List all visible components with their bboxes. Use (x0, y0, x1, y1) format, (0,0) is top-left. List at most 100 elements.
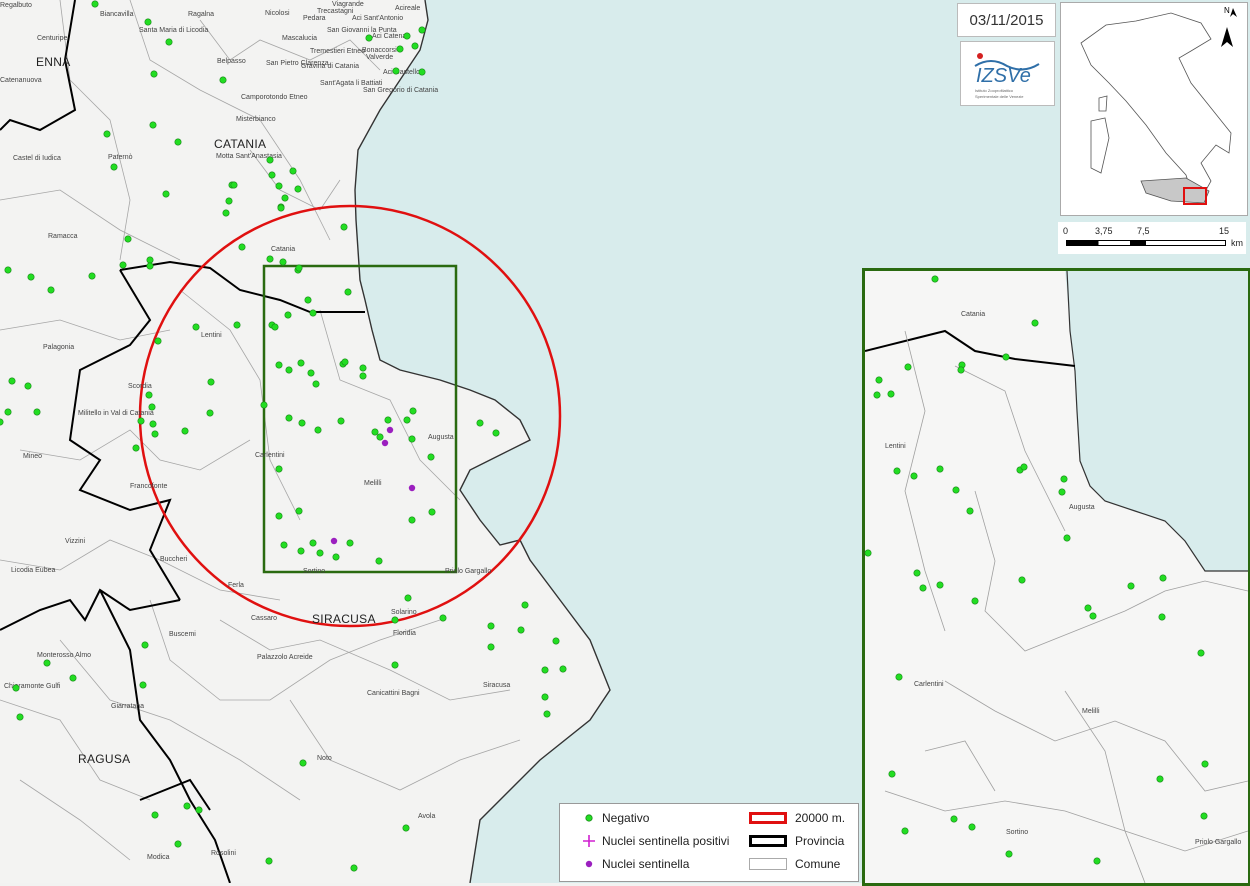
negativo-point (391, 661, 399, 669)
inset-canvas: Catania Lentini Augusta Carlentini Melil… (865, 271, 1248, 883)
inset-negativo-point (1158, 613, 1166, 621)
comune-label: Sortino (303, 568, 325, 575)
inset-negativo-point (865, 549, 872, 557)
negativo-point (297, 547, 305, 555)
italy-outline (1080, 8, 1237, 205)
negativo-point (402, 824, 410, 832)
province-label: CATANIA (214, 137, 266, 151)
negativo-point (280, 541, 288, 549)
comune-label: Siracusa (483, 682, 510, 689)
negativo-point (192, 323, 200, 331)
negativo-point (154, 337, 162, 345)
province-label: SIRACUSA (312, 612, 376, 626)
negativo-point (233, 321, 241, 329)
inset-negativo-point (1084, 604, 1092, 612)
negativo-point (350, 864, 358, 872)
inset-negativo-point (1156, 775, 1164, 783)
negativo-point (266, 156, 274, 164)
negativo-point (265, 857, 273, 865)
negativo-point (391, 616, 399, 624)
inset-negativo-point (1159, 574, 1167, 582)
comune-label: Chiaramonte Gulfi (4, 683, 61, 690)
negativo-point (195, 806, 203, 814)
inset-negativo-point (873, 391, 881, 399)
negativo-point (8, 377, 16, 385)
inset-negativo-point (968, 823, 976, 831)
negativo-point (408, 516, 416, 524)
negativo-point (275, 182, 283, 190)
negativo-point (16, 713, 24, 721)
negativo-point (284, 311, 292, 319)
negativo-point (359, 372, 367, 380)
negativo-point (230, 181, 238, 189)
negativo-point (346, 539, 354, 547)
comune-label: Biancavilla (100, 11, 134, 18)
negativo-point (144, 18, 152, 26)
inset-negativo-point (1093, 857, 1101, 865)
inset-negativo-point (971, 597, 979, 605)
comune-label: Acireale (395, 5, 420, 12)
north-arrow-label: N (1224, 6, 1230, 15)
comune-label: Viagrande (332, 1, 364, 8)
negativo-point (411, 42, 419, 50)
comune-label: Catania (271, 246, 295, 253)
negativo-point (69, 674, 77, 682)
negativo-point (403, 32, 411, 40)
negativo-point (139, 681, 147, 689)
negativo-point (487, 643, 495, 651)
negativo-point (541, 666, 549, 674)
inset-negativo-point (910, 472, 918, 480)
svg-text:IZSVe: IZSVe (976, 65, 1031, 87)
negativo-point (103, 130, 111, 138)
inset-negativo-point (950, 815, 958, 823)
inset-negativo-point (1127, 582, 1135, 590)
negativo-point (4, 266, 12, 274)
negativo-point (146, 256, 154, 264)
negativo-point (146, 262, 154, 270)
legend-row-positivi: Nuclei sentinella positivi (582, 832, 729, 850)
comune-label: Ragalna (188, 11, 214, 18)
comune-label: Ramacca (48, 233, 78, 240)
negativo-point (119, 261, 127, 269)
comune-label: Licodia Eubea (11, 567, 55, 574)
comune-label: Regalbuto (0, 2, 32, 9)
comune-label: Militello in Val di Catania (78, 410, 154, 417)
inset-negativo-point (901, 827, 909, 835)
scale-bar: 0 3,75 7,5 15 km (1058, 222, 1246, 254)
negativo-point (309, 309, 317, 317)
comune-label: Mascalucia (282, 35, 317, 42)
negativo-point (285, 366, 293, 374)
inset-negativo-point (919, 584, 927, 592)
inset-negativo-point (887, 390, 895, 398)
inset-province-boundary (865, 329, 1076, 367)
inset-negativo-point (1089, 612, 1097, 620)
inset-negativo-point (1063, 534, 1071, 542)
inset-negativo-point (957, 366, 965, 374)
comune-label: Canicattini Bagni (367, 690, 420, 697)
negativo-point (289, 167, 297, 175)
inset-negativo-point (913, 569, 921, 577)
inset-negativo-point (895, 673, 903, 681)
negativo-point (314, 426, 322, 434)
negativo-point (238, 243, 246, 251)
legend-label-negativo: Negativo (602, 811, 650, 825)
comune-label: Gravina di Catania (301, 63, 359, 70)
negativo-point (384, 416, 392, 424)
negativo-point (174, 840, 182, 848)
scale-tick: 0 (1063, 226, 1069, 236)
negativo-point (149, 420, 157, 428)
comune-label: Vizzini (65, 538, 86, 545)
comune-label: Aci Castello (383, 69, 420, 76)
inset-negativo-point (1060, 475, 1068, 483)
comune-label: Scordia (128, 383, 152, 390)
legend-row-sentinella: Nuclei sentinella (584, 855, 689, 873)
svg-text:Sperimentale delle Venezie: Sperimentale delle Venezie (975, 94, 1024, 99)
comune-label: Solarino (391, 609, 417, 616)
comune-label: Pedara (303, 15, 326, 22)
negativo-point (295, 264, 303, 272)
inset-label: Lentini (885, 443, 906, 450)
comune-label: Avola (418, 813, 435, 820)
negativo-point (225, 197, 233, 205)
comune-label: Augusta (428, 434, 454, 441)
negativo-point (275, 465, 283, 473)
